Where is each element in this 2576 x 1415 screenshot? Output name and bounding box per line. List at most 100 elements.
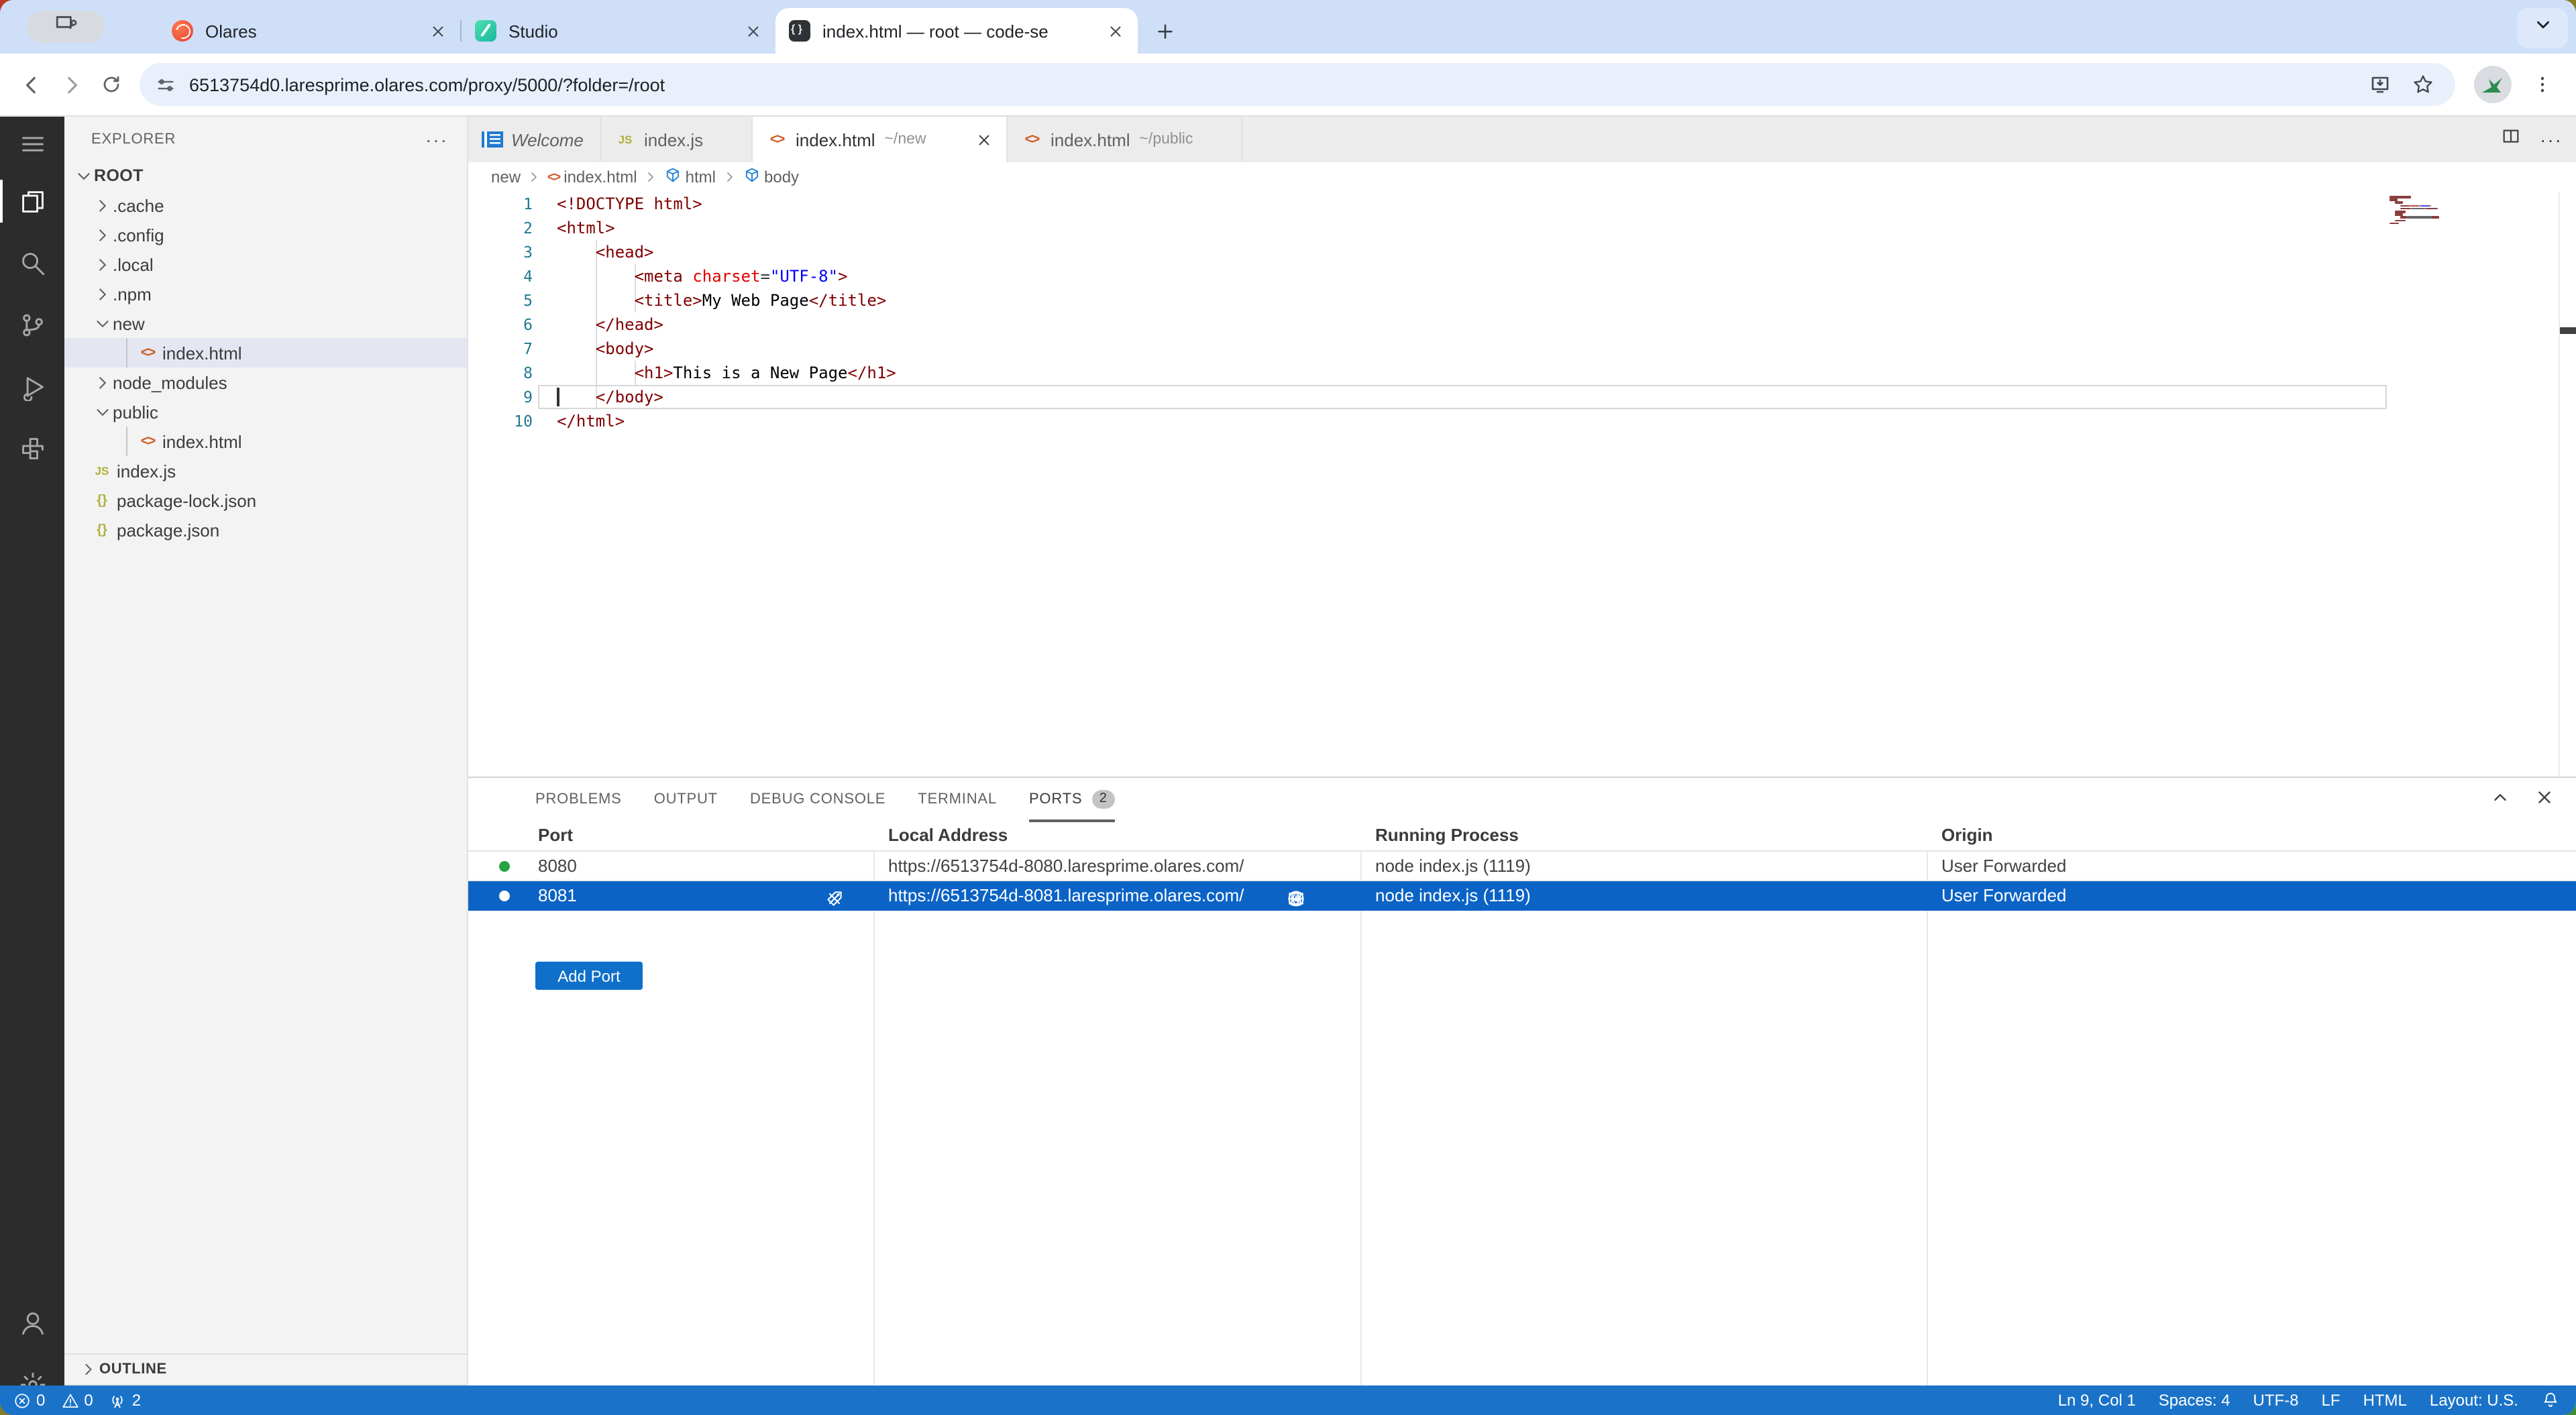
- breadcrumb-label: new: [491, 168, 521, 186]
- code-editor[interactable]: 1<!DOCTYPE html>2<html>3 <head>4 <meta c…: [468, 192, 2576, 777]
- breadcrumb-item-new[interactable]: new: [491, 168, 521, 186]
- chevU-icon: [2490, 787, 2510, 807]
- tree-item-index.html[interactable]: <>index.html: [64, 338, 467, 367]
- stop-forwarding-icon[interactable]: [825, 889, 844, 912]
- status-spaces-4[interactable]: Spaces: 4: [2159, 1391, 2231, 1410]
- profile-avatar[interactable]: [2474, 66, 2512, 103]
- url-text[interactable]: 6513754d0.laresprime.olares.com/proxy/50…: [189, 74, 665, 95]
- port-process: node index.js (1119): [1375, 885, 1531, 905]
- port-local-address[interactable]: https://6513754d-8080.laresprime.olares.…: [888, 856, 1244, 876]
- activity-menu[interactable]: [0, 117, 64, 170]
- status-ln-9-col-1[interactable]: Ln 9, Col 1: [2058, 1391, 2136, 1410]
- code-line-3[interactable]: 3 <head>: [468, 240, 2388, 264]
- forward-button[interactable]: [51, 64, 91, 105]
- code-line-7[interactable]: 7 <body>: [468, 337, 2388, 361]
- x-icon: [2534, 787, 2555, 807]
- reload-button[interactable]: [91, 64, 131, 105]
- panel-tab-ports[interactable]: PORTS2: [1029, 778, 1114, 822]
- editor-more-actions-icon[interactable]: ···: [2540, 129, 2563, 150]
- address-bar[interactable]: 6513754d0.laresprime.olares.com/proxy/50…: [140, 63, 2455, 106]
- sidebar-section-outline[interactable]: OUTLINE: [64, 1353, 467, 1384]
- tree-item-package-lock.json[interactable]: {}package-lock.json: [64, 486, 467, 515]
- new-tab-button[interactable]: [1146, 12, 1183, 50]
- status-utf-8[interactable]: UTF-8: [2253, 1391, 2299, 1410]
- status-lf[interactable]: LF: [2322, 1391, 2341, 1410]
- code-line-1[interactable]: 1<!DOCTYPE html>: [468, 192, 2388, 216]
- notifications-bell-icon[interactable]: [2541, 1391, 2560, 1410]
- code-line-2[interactable]: 2<html>: [468, 216, 2388, 240]
- editor-tab-Welcome[interactable]: Welcome: [468, 117, 601, 162]
- breadcrumb[interactable]: new <> index.html html body: [468, 162, 2576, 192]
- tree-item-.cache[interactable]: .cache: [64, 190, 467, 220]
- breadcrumb-label: index.html: [564, 168, 637, 186]
- code-line-5[interactable]: 5 <title>My Web Page</title>: [468, 288, 2388, 313]
- status-error[interactable]: 0: [13, 1391, 45, 1410]
- tab-close-icon[interactable]: [429, 22, 447, 40]
- panel-tab-problems[interactable]: PROBLEMS: [535, 778, 622, 822]
- status-html[interactable]: HTML: [2363, 1391, 2407, 1410]
- overview-ruler: [2559, 192, 2560, 777]
- minimap[interactable]: [2390, 196, 2551, 225]
- activity-debug[interactable]: [0, 355, 64, 417]
- browser-tab-index-html-root-code[interactable]: index.html — root — code-se: [775, 8, 1138, 54]
- status-warning[interactable]: 0: [61, 1391, 93, 1410]
- tree-item-.config[interactable]: .config: [64, 220, 467, 249]
- activity-files[interactable]: [0, 170, 64, 232]
- tree-item-new[interactable]: new: [64, 308, 467, 338]
- breadcrumb-item-body[interactable]: body: [743, 166, 799, 188]
- status-broadcast[interactable]: 2: [109, 1391, 141, 1410]
- tree-item-public[interactable]: public: [64, 397, 467, 427]
- panel-tab-output[interactable]: OUTPUT: [654, 778, 718, 822]
- activity-source-control[interactable]: [0, 294, 64, 355]
- port-row-8080[interactable]: 8080https://6513754d-8080.laresprime.ola…: [468, 852, 2576, 881]
- html-file-icon: <>: [547, 170, 559, 184]
- tree-item-node-modules[interactable]: node_modules: [64, 367, 467, 397]
- code-line-4[interactable]: 4 <meta charset="UTF-8">: [468, 264, 2388, 288]
- indent-guide: [126, 338, 127, 367]
- port-local-address[interactable]: https://6513754d-8081.laresprime.olares.…: [888, 885, 1244, 905]
- panel-tab-debug-console[interactable]: DEBUG CONSOLE: [750, 778, 885, 822]
- tab-overview-button[interactable]: [27, 11, 105, 43]
- editor-tab-index.html-public[interactable]: <>index.html~/public: [1008, 117, 1242, 162]
- line-number: 6: [468, 313, 533, 337]
- site-info-icon[interactable]: [156, 74, 176, 95]
- minimap-line: [2390, 205, 2551, 207]
- panel-maximize-icon[interactable]: [2490, 787, 2510, 813]
- browser-tab-olares[interactable]: Olares: [158, 8, 460, 54]
- tree-item-.npm[interactable]: .npm: [64, 279, 467, 308]
- breadcrumb-item-index.html[interactable]: <> index.html: [547, 168, 637, 186]
- install-app-icon[interactable]: [2369, 74, 2391, 95]
- bookmark-star-icon[interactable]: [2412, 74, 2434, 95]
- tree-section-root[interactable]: ROOT: [64, 161, 467, 190]
- explorer-actions-icon[interactable]: ···: [425, 128, 448, 150]
- editor-tab-index.js[interactable]: JSindex.js: [601, 117, 753, 162]
- code-line-6[interactable]: 6 </head>: [468, 313, 2388, 337]
- activity-search[interactable]: [0, 232, 64, 294]
- browser-menu-button[interactable]: [2525, 67, 2560, 102]
- code-line-10[interactable]: 10</html>: [468, 409, 2388, 433]
- back-button[interactable]: [11, 64, 51, 105]
- tab-close-icon[interactable]: [745, 22, 762, 40]
- tab-search-button[interactable]: [2517, 8, 2568, 48]
- tab-close-icon[interactable]: [975, 131, 993, 148]
- preview-in-editor-icon[interactable]: [1287, 889, 1305, 912]
- code-line-8[interactable]: 8 <h1>This is a New Page</h1>: [468, 361, 2388, 385]
- tree-item-index.html[interactable]: <>index.html: [64, 427, 467, 456]
- panel-tab-terminal[interactable]: TERMINAL: [918, 778, 997, 822]
- code-line-9[interactable]: 9 </body>: [468, 385, 2388, 409]
- tree-item-.local[interactable]: .local: [64, 249, 467, 279]
- activity-account[interactable]: [0, 1292, 64, 1353]
- panel-close-icon[interactable]: [2534, 787, 2555, 813]
- tree-item-index.js[interactable]: JSindex.js: [64, 456, 467, 486]
- activity-extensions[interactable]: [0, 417, 64, 479]
- breadcrumb-item-html[interactable]: html: [664, 166, 716, 188]
- tab-close-icon[interactable]: [1107, 22, 1124, 40]
- tune-icon: [156, 74, 176, 95]
- add-port-button[interactable]: Add Port: [535, 962, 643, 990]
- editor-tab-index.html-new[interactable]: <>index.html~/new: [753, 117, 1008, 162]
- port-row-8081[interactable]: 8081 https://6513754d-8081.laresprime.ol…: [468, 881, 2576, 911]
- status-layout-u-s-[interactable]: Layout: U.S.: [2430, 1391, 2518, 1410]
- tree-item-package.json[interactable]: {}package.json: [64, 515, 467, 545]
- split-editor-icon[interactable]: [2501, 126, 2521, 153]
- browser-tab-studio[interactable]: Studio: [462, 8, 775, 54]
